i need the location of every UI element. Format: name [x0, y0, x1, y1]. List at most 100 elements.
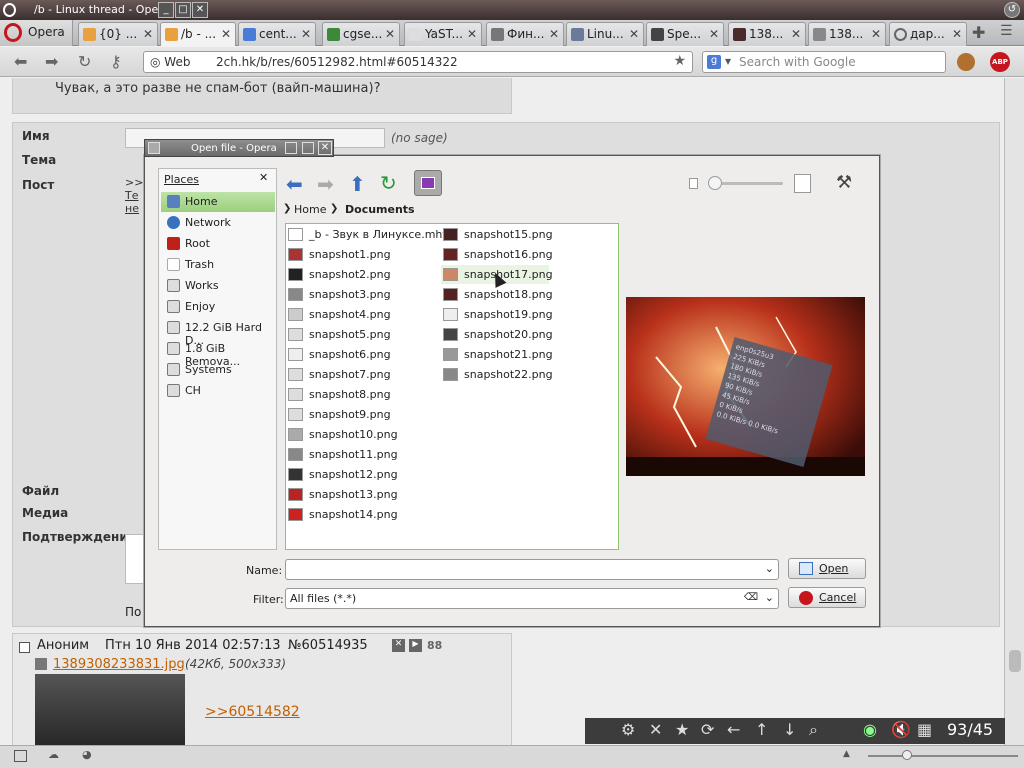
close-tab-icon[interactable]: ✕	[221, 27, 231, 41]
dialog-close-button[interactable]: ✕	[318, 141, 332, 155]
file-item[interactable]: snapshot2.png	[286, 265, 438, 284]
file-item[interactable]: snapshot15.png	[441, 225, 553, 244]
close-tab-icon[interactable]: ✕	[952, 27, 962, 41]
breadcrumb-documents[interactable]: Documents	[345, 203, 415, 216]
address-bar[interactable]: ◎ Web 2ch.hk/b/res/60512982.html#6051432…	[143, 51, 693, 73]
eye-icon[interactable]: ◉	[863, 720, 877, 739]
place-root[interactable]: Root	[161, 234, 275, 254]
tab-1[interactable]: {0} ... ✕	[78, 22, 158, 46]
zoom-in-icon[interactable]	[794, 174, 811, 193]
close-tab-icon[interactable]: ✕	[143, 27, 153, 41]
zoom-slider-handle[interactable]	[902, 750, 912, 760]
tab-menu-button[interactable]: ☰	[1000, 23, 1013, 39]
file-item[interactable]: snapshot19.png	[441, 305, 553, 324]
tab-6[interactable]: Фин... ✕	[486, 22, 564, 46]
extension-icon[interactable]	[957, 53, 975, 71]
filename-input[interactable]: ⌄	[285, 559, 779, 580]
post-textarea[interactable]: >> Те не	[125, 176, 145, 216]
file-item[interactable]: snapshot20.png	[441, 325, 553, 344]
back-button[interactable]: ⬅	[14, 52, 27, 71]
web-badge[interactable]: ◎ Web	[150, 55, 190, 69]
settings-icon[interactable]: ⚙	[621, 720, 635, 739]
panel-toggle-icon[interactable]	[14, 750, 27, 762]
up-arrow-icon[interactable]: ⬆	[349, 172, 366, 196]
breadcrumb-arrow-icon[interactable]: ❯	[283, 203, 291, 214]
file-item[interactable]: snapshot3.png	[286, 285, 438, 304]
forward-button[interactable]: ➡	[45, 52, 58, 71]
file-list[interactable]: _b - Звук в Линуксе.mht snapshot1.png snap…	[285, 223, 619, 550]
opera-menu-button[interactable]: Opera	[0, 20, 73, 46]
tab-5[interactable]: YaST... ✕	[404, 22, 482, 46]
back-arrow-icon[interactable]: ⬅	[286, 172, 303, 196]
tab-4[interactable]: cgse... ✕	[322, 22, 400, 46]
play-icon[interactable]: ▶	[409, 639, 422, 652]
place-systems[interactable]: Systems	[161, 360, 275, 380]
close-tab-icon[interactable]: ✕	[629, 27, 639, 41]
file-link[interactable]: 1389308233831.jpg	[53, 657, 185, 672]
tab-2[interactable]: /b - ... ✕	[160, 22, 236, 46]
bookmark-star-icon[interactable]: ★	[673, 53, 686, 69]
file-item[interactable]: _b - Звук в Линуксе.mht	[286, 225, 447, 244]
star-icon[interactable]: ★	[675, 720, 689, 739]
chevron-down-icon[interactable]: ▾	[725, 54, 731, 68]
post-thumbnail[interactable]	[35, 674, 185, 745]
file-item[interactable]: snapshot13.png	[286, 485, 438, 504]
select-checkbox[interactable]	[19, 642, 30, 653]
file-item[interactable]: snapshot21.png	[441, 345, 553, 364]
tab-9[interactable]: 138... ✕	[728, 22, 806, 46]
rotate-icon[interactable]: ⟳	[701, 720, 714, 739]
grid-icon[interactable]: ▦	[917, 720, 932, 739]
filter-select[interactable]: All files (*.*) ⌫ ⌄	[285, 588, 779, 609]
file-item[interactable]: snapshot12.png	[286, 465, 438, 484]
file-item[interactable]: snapshot5.png	[286, 325, 438, 344]
search-field[interactable]: g ▾ Search with Google	[702, 51, 946, 73]
dialog-minimize-button[interactable]	[285, 142, 297, 154]
file-item[interactable]: snapshot7.png	[286, 365, 438, 384]
close-tab-icon[interactable]: ✕	[549, 27, 559, 41]
close-tab-icon[interactable]: ✕	[791, 27, 801, 41]
turbo-icon[interactable]: ☁	[48, 748, 59, 761]
open-button[interactable]: Open	[788, 558, 866, 579]
close-tab-icon[interactable]: ✕	[871, 27, 881, 41]
tab-10[interactable]: 138... ✕	[808, 22, 886, 46]
file-item[interactable]: snapshot4.png	[286, 305, 438, 324]
file-item[interactable]: snapshot8.png	[286, 385, 438, 404]
place-ch[interactable]: CH	[161, 381, 275, 401]
place-trash[interactable]: Trash	[161, 255, 275, 275]
zoom-out-icon[interactable]	[689, 178, 698, 189]
restore-button[interactable]: ↺	[1004, 2, 1020, 18]
maximize-button[interactable]: □	[175, 2, 191, 18]
adblock-icon[interactable]: ABP	[990, 52, 1010, 72]
scroll-thumb[interactable]	[1009, 650, 1021, 672]
delete-icon[interactable]: ✕	[392, 639, 405, 652]
zoom-slider-handle[interactable]	[708, 176, 722, 190]
dialog-titlebar[interactable]: Open file - Opera ✕	[144, 139, 334, 157]
reference-link[interactable]: >>60514582	[205, 704, 300, 720]
forward-arrow-icon[interactable]: ➡	[317, 172, 334, 196]
file-item[interactable]: snapshot1.png	[286, 245, 438, 264]
tab-3[interactable]: cent... ✕	[238, 22, 316, 46]
zoom-up-icon[interactable]: ▲	[843, 749, 850, 759]
dialog-maximize-button[interactable]	[302, 142, 314, 154]
close-tab-icon[interactable]: ✕	[385, 27, 395, 41]
key-icon[interactable]: ⚷	[110, 52, 122, 71]
close-window-button[interactable]: ✕	[192, 2, 208, 18]
tab-11[interactable]: дар... ✕	[889, 22, 967, 46]
file-item[interactable]: snapshot10.png	[286, 425, 438, 444]
window-titlebar[interactable]: /b - Linux thread - Opera _ □ ✕ ↺	[0, 0, 1024, 20]
address-input[interactable]: 2ch.hk/b/res/60512982.html#60514322	[216, 55, 458, 69]
zoom-slider[interactable]	[868, 755, 1018, 757]
post-number[interactable]: №60514935	[288, 638, 368, 653]
file-item[interactable]: snapshot16.png	[441, 245, 553, 264]
close-icon[interactable]: ✕	[649, 720, 662, 739]
place-enjoy[interactable]: Enjoy	[161, 297, 275, 317]
place-network[interactable]: Network	[161, 213, 275, 233]
chevron-down-icon[interactable]: ⌄	[765, 591, 774, 604]
place-removable[interactable]: 1.8 GiB Remova...	[161, 339, 275, 368]
new-tab-button[interactable]: ✚	[972, 23, 985, 42]
breadcrumb-home[interactable]: Home	[294, 203, 326, 216]
reload-button[interactable]: ↻	[78, 52, 91, 71]
file-item[interactable]: snapshot9.png	[286, 405, 438, 424]
close-tab-icon[interactable]: ✕	[709, 27, 719, 41]
place-hard-disk[interactable]: 12.2 GiB Hard D...	[161, 318, 275, 347]
